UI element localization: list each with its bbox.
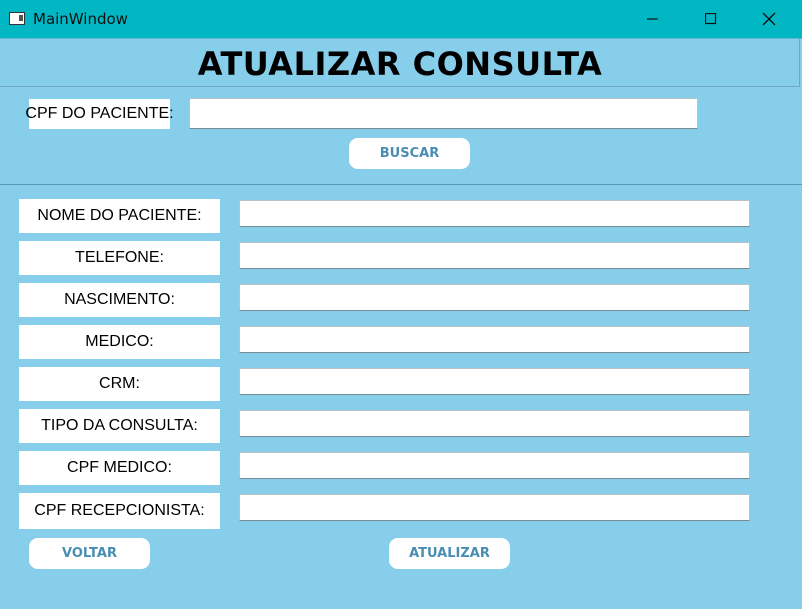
- crm-label: CRM:: [19, 367, 220, 401]
- cpf-medico-input[interactable]: [239, 452, 750, 479]
- cpf-recepcionista-label: CPF RECEPCIONISTA:: [19, 493, 220, 529]
- telefone-label: TELEFONE:: [19, 241, 220, 275]
- section-separator: [0, 184, 802, 185]
- medico-label: MEDICO:: [19, 325, 220, 359]
- voltar-button[interactable]: VOLTAR: [29, 538, 150, 569]
- heading-frame-edge: [799, 38, 800, 86]
- tipo-consulta-input[interactable]: [239, 410, 750, 437]
- cpf-paciente-input[interactable]: [189, 98, 698, 129]
- maximize-icon: [705, 13, 717, 25]
- cpf-recepcionista-input[interactable]: [239, 494, 750, 521]
- nome-paciente-input[interactable]: [239, 200, 750, 227]
- close-icon: [762, 12, 776, 26]
- app-window-icon: [9, 12, 25, 25]
- cpf-paciente-label: CPF DO PACIENTE:: [25, 99, 174, 129]
- cpf-medico-label: CPF MEDICO:: [19, 451, 220, 485]
- minimize-icon: [647, 18, 658, 20]
- buscar-button[interactable]: BUSCAR: [349, 138, 470, 169]
- titlebar-divider: [0, 38, 802, 39]
- atualizar-button[interactable]: ATUALIZAR: [389, 538, 510, 569]
- close-button[interactable]: [740, 0, 798, 38]
- telefone-input[interactable]: [239, 242, 750, 269]
- page-title: ATUALIZAR CONSULTA: [197, 45, 603, 83]
- tipo-consulta-label: TIPO DA CONSULTA:: [19, 409, 220, 443]
- heading-divider: [0, 86, 800, 87]
- maximize-button[interactable]: [682, 0, 740, 38]
- nascimento-label: NASCIMENTO:: [19, 283, 220, 317]
- minimize-button[interactable]: [624, 0, 682, 38]
- nome-paciente-label: NOME DO PACIENTE:: [19, 199, 220, 233]
- nascimento-input[interactable]: [239, 284, 750, 311]
- window-titlebar[interactable]: MainWindow: [0, 0, 802, 38]
- crm-input[interactable]: [239, 368, 750, 395]
- window-title: MainWindow: [33, 10, 128, 28]
- medico-input[interactable]: [239, 326, 750, 353]
